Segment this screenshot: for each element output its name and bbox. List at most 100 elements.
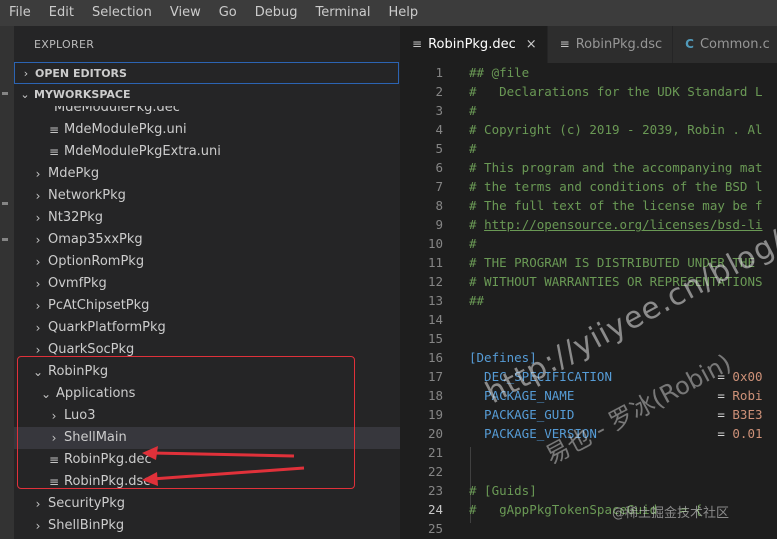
code-line: 19 PACKAGE_GUID = B3E3 [400,405,777,424]
tree-file[interactable]: ≡ RobinPkg.dec [14,449,400,471]
line-number: 19 [427,407,443,422]
code-line: 6 # This program and the accompanying mat [400,158,777,177]
code-token: # WITHOUT WARRANTIES OR REPRESENTATIONS [469,274,763,289]
tab-common-c[interactable]: C Common.c [673,26,777,63]
tree-folder[interactable]: › OvmfPkg [14,273,400,295]
menu-file[interactable]: File [0,0,40,26]
tree-folder[interactable]: › PcAtChipsetPkg [14,295,400,317]
tree-folder[interactable]: ⌄ RobinPkg [14,361,400,383]
tree-item-label: PcAtChipsetPkg [48,298,150,313]
activity-icon[interactable] [2,202,8,205]
partial-tree-item[interactable]: MdeModulePkg.dec [54,106,180,119]
tree-folder[interactable]: › QuarkSocPkg [14,339,400,361]
menu-terminal[interactable]: Terminal [307,0,380,26]
code-token: ## @file [469,65,530,80]
code-token: # The full text of the license may be f [469,198,763,213]
menu-edit[interactable]: Edit [40,0,83,26]
tree-file[interactable]: ≡ MdeModulePkg.uni [14,119,400,141]
activity-icon[interactable] [2,238,8,241]
open-editors-section[interactable]: › OPEN EDITORS [14,62,399,84]
code-editor[interactable]: 1 ## @file 2 # Declarations for the UDK Sta… [400,63,777,539]
code-token: # Declarations for the UDK Standard L [469,84,763,99]
code-token: DEC_SPECIFICATION [469,369,612,384]
tree-folder[interactable]: › OptionRomPkg [14,251,400,273]
c-file-icon: C [685,37,694,51]
menu-help[interactable]: Help [379,0,427,26]
code-token: # the terms and conditions of the BSD l [469,179,763,194]
tree-folder[interactable]: › Luo3 [14,405,400,427]
menu-view[interactable]: View [161,0,210,26]
code-text: ## @file [469,63,529,82]
tree-file[interactable]: ≡ MdeModulePkgExtra.uni [14,141,400,163]
code-line: 13 ## [400,291,777,310]
tab-robinpkg-dsc[interactable]: ≡ RobinPkg.dsc [547,26,674,63]
code-line: 25 [400,519,777,538]
open-editors-label: OPEN EDITORS [35,67,127,80]
tab-label: RobinPkg.dsc [575,37,663,52]
explorer-sidebar: EXPLORER › OPEN EDITORS ⌄ MYWORKSPACE Md… [14,26,400,539]
line-number: 24 [427,502,443,517]
chevron-right-icon: › [35,497,41,511]
menu-bar: File Edit Selection View Go Debug Terminal Help [0,0,777,26]
tree-item-label: Omap35xxPkg [48,232,143,247]
code-text: # This program and the accompanying mat [469,158,763,177]
line-number: 3 [435,103,443,118]
code-line: 24 # gAppPkgTokenSpaceGuid = { [400,500,777,519]
chevron-right-icon: › [23,67,29,80]
tree-folder[interactable]: › Omap35xxPkg [14,229,400,251]
code-line: 4 # Copyright (c) 2019 - 2039, Robin . Al [400,120,777,139]
menu-go[interactable]: Go [210,0,246,26]
tree-folder[interactable]: › QuarkPlatformPkg [14,317,400,339]
line-number: 22 [427,464,443,479]
tree-item-label: MdeModulePkgExtra.uni [64,144,221,159]
line-number: 7 [435,179,443,194]
tree-folder[interactable]: › ShellBinPkg [14,515,400,537]
tab-robinpkg-dec[interactable]: ≡ RobinPkg.dec × [400,26,548,63]
line-number: 23 [427,483,443,498]
code-text: # [469,234,477,253]
tree-folder[interactable]: › ShellMain [14,427,400,449]
workspace-label: MYWORKSPACE [34,88,131,101]
code-text: DEC_SPECIFICATION = 0x00 [469,367,762,386]
tree-item-label: Applications [56,386,136,401]
code-token: # Copyright (c) 2019 - 2039, Robin . Al [469,122,763,137]
code-line: 11 # THE PROGRAM IS DISTRIBUTED UNDER THE [400,253,777,272]
tree-folder[interactable]: › Nt32Pkg [14,207,400,229]
code-text: PACKAGE_VERSION = 0.01 [469,424,763,443]
code-token: # [469,141,477,156]
explorer-title: EXPLORER [34,38,95,51]
menu-debug[interactable]: Debug [246,0,307,26]
code-token: # [469,236,477,251]
tree-folder[interactable]: › NetworkPkg [14,185,400,207]
code-line: 9 # http://opensource.org/licenses/bsd-li [400,215,777,234]
tree-file[interactable]: ≡ RobinPkg.dsc [14,471,400,493]
code-text: # The full text of the license may be f [469,196,763,215]
tree-folder[interactable]: › MdePkg [14,163,400,185]
chevron-right-icon: › [35,255,41,269]
code-text: # the terms and conditions of the BSD l [469,177,763,196]
line-number: 10 [427,236,443,251]
close-icon[interactable]: × [526,26,537,63]
code-text: # http://opensource.org/licenses/bsd-li [469,215,763,234]
code-token: 0.01 [732,426,763,441]
code-text: # gAppPkgTokenSpaceGuid = { [469,500,710,519]
code-token: # [469,103,477,118]
line-number: 2 [435,84,443,99]
code-line: 22 [400,462,777,481]
code-text: # [469,101,477,120]
tree-item-label: OvmfPkg [48,276,107,291]
tree-folder[interactable]: ⌄ Applications [14,383,400,405]
menu-selection[interactable]: Selection [83,0,161,26]
code-line: 21 [400,443,777,462]
activity-icon[interactable] [2,92,8,95]
tree-item-label: Luo3 [64,408,96,423]
workspace-section[interactable]: ⌄ MYWORKSPACE [14,84,400,106]
line-number: 5 [435,141,443,156]
chevron-right-icon: › [35,519,41,533]
tab-label: Common.c [699,37,770,52]
activity-bar [0,26,14,539]
tree-folder[interactable]: › SecurityPkg [14,493,400,515]
chevron-right-icon: › [35,233,41,247]
file-lines-icon: ≡ [559,37,570,51]
code-text: ## [469,291,484,310]
